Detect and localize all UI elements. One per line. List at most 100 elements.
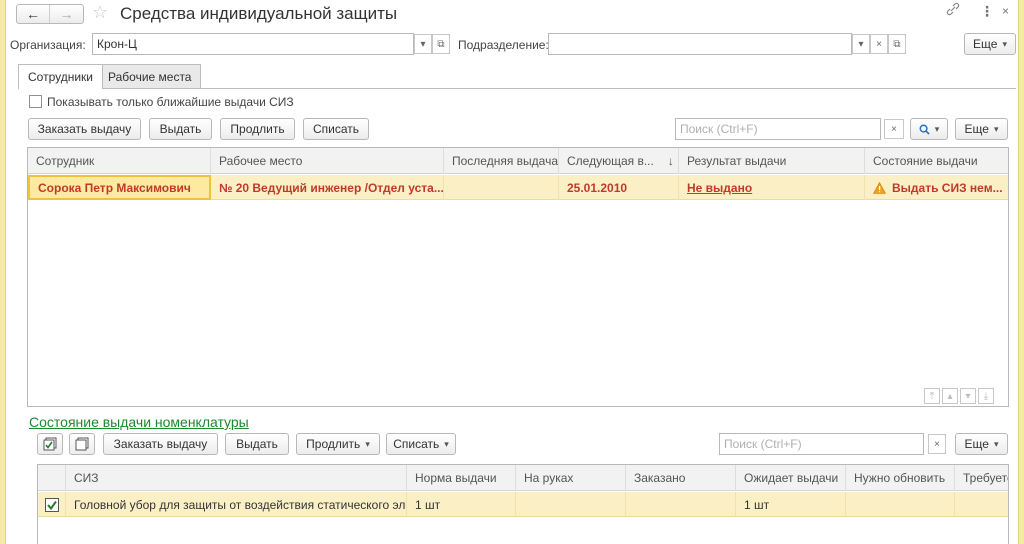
column-label: Требуется (963, 471, 1008, 485)
column-header-awaiting[interactable]: Ожидает выдачи (736, 465, 846, 491)
order-issue-button[interactable]: Заказать выдачу (103, 433, 218, 455)
open-icon[interactable]: ⧉ (432, 34, 450, 54)
result-link[interactable]: Не выдано (687, 181, 752, 195)
column-header-employee[interactable]: Сотрудник (28, 148, 211, 174)
button-label: Выдать (159, 122, 202, 136)
cell-check[interactable] (38, 492, 66, 517)
cell-last-issue (444, 175, 559, 200)
table-header: Сотрудник Рабочее место Последняя выдача… (28, 148, 1008, 174)
tab-label: Сотрудники (28, 70, 93, 84)
show-nearest-checkbox[interactable] (29, 95, 42, 108)
more-vertical-icon[interactable]: ⋮ (980, 3, 994, 20)
scroll-first-icon[interactable]: ⤒ (924, 388, 940, 404)
column-header-workplace[interactable]: Рабочее место (211, 148, 444, 174)
extend-button[interactable]: Продлить ▾ (296, 433, 380, 455)
cell-text: 25.01.2010 (567, 180, 628, 195)
write-off-button[interactable]: Списать (303, 118, 369, 140)
dept-field[interactable] (548, 33, 852, 55)
issue-button[interactable]: Выдать (149, 118, 212, 140)
search-placeholder: Поиск (Ctrl+F) (680, 122, 758, 136)
column-label: Следующая в... (567, 154, 654, 168)
nomenclature-more-button[interactable]: Еще ▾ (955, 433, 1008, 455)
scroll-down-icon[interactable]: ▾ (960, 388, 976, 404)
checkbox-checked-icon[interactable] (45, 497, 59, 512)
star-icon[interactable]: ☆ (92, 2, 108, 23)
column-label: СИЗ (74, 471, 99, 485)
employees-more-button[interactable]: Еще ▾ (955, 118, 1008, 140)
column-header-required[interactable]: Требуется (955, 465, 1008, 491)
write-off-button[interactable]: Списать ▾ (386, 433, 456, 455)
cell-required (955, 492, 1008, 517)
cell-text: Сорока Петр Максимович (38, 180, 191, 195)
button-label: Продлить (306, 437, 361, 451)
chevron-down-icon: ▾ (444, 438, 449, 449)
nomenclature-table: СИЗ Норма выдачи На руках Заказано Ожида… (37, 464, 1009, 544)
issue-button[interactable]: Выдать (225, 433, 289, 455)
section-nomenclature-link[interactable]: Состояние выдачи номенклатуры (29, 414, 249, 430)
column-header-to-update[interactable]: Нужно обновить (846, 465, 955, 491)
window-frame-right (1018, 0, 1024, 544)
window-frame-left (0, 0, 6, 544)
employees-search-input[interactable]: Поиск (Ctrl+F) (675, 118, 881, 140)
column-label: Результат выдачи (687, 154, 787, 168)
column-header-next-issue[interactable]: Следующая в... ↓ (559, 148, 679, 174)
column-label: Заказано (634, 471, 686, 485)
table-row[interactable]: Сорока Петр Максимович № 20 Ведущий инже… (28, 175, 1008, 200)
arrow-left-icon[interactable]: ← (17, 5, 51, 23)
tab-workplaces[interactable]: Рабочие места (98, 64, 202, 88)
clear-icon[interactable]: × (928, 434, 946, 454)
extend-button[interactable]: Продлить (220, 118, 295, 140)
button-label: Заказать выдачу (113, 437, 208, 451)
tab-label: Рабочие места (108, 69, 192, 84)
cell-text: 1 шт (415, 497, 441, 512)
cell-workplace: № 20 Ведущий инженер /Отдел уста... (211, 175, 444, 200)
column-header-last-issue[interactable]: Последняя выдача (444, 148, 559, 174)
nomenclature-search-input[interactable]: Поиск (Ctrl+F) (719, 433, 924, 455)
scroll-up-icon[interactable]: ▴ (942, 388, 958, 404)
dept-label: Подразделение: (458, 38, 549, 52)
chevron-down-icon: ▾ (934, 123, 940, 134)
clear-icon[interactable]: × (884, 119, 904, 139)
column-header-item[interactable]: СИЗ (66, 465, 407, 491)
clear-icon[interactable]: × (870, 34, 888, 54)
order-issue-button[interactable]: Заказать выдачу (28, 118, 141, 140)
tab-employees[interactable]: Сотрудники (18, 64, 103, 89)
uncheck-all-icon (75, 437, 89, 451)
cell-norm: 1 шт (407, 492, 516, 517)
chevron-down-icon[interactable]: ▾ (852, 34, 870, 54)
tab-divider (18, 88, 1016, 89)
cell-result[interactable]: Не выдано (679, 175, 865, 200)
chevron-down-icon[interactable]: ▾ (414, 34, 432, 54)
column-header-on-hand[interactable]: На руках (516, 465, 626, 491)
search-button[interactable]: ▾ (910, 118, 948, 140)
close-icon[interactable]: × (1002, 4, 1009, 18)
arrow-right-icon[interactable]: → (50, 5, 83, 23)
search-icon (919, 124, 930, 135)
scroll-last-icon[interactable]: ⤓ (978, 388, 994, 404)
table-row[interactable]: Головной убор для защиты от воздействия … (38, 492, 1008, 517)
more-button[interactable]: Еще ▾ (964, 33, 1016, 55)
button-label: Выдать (236, 437, 278, 451)
search-placeholder: Поиск (Ctrl+F) (724, 437, 802, 451)
cell-ordered (626, 492, 736, 517)
cell-employee: Сорока Петр Максимович (28, 175, 211, 200)
org-field[interactable]: Крон-Ц (92, 33, 414, 55)
uncheck-all-button[interactable] (69, 433, 95, 455)
open-icon[interactable]: ⧉ (888, 34, 906, 54)
column-header-ordered[interactable]: Заказано (626, 465, 736, 491)
button-label: Списать (312, 122, 360, 136)
button-label: Продлить (230, 122, 285, 136)
link-icon[interactable] (946, 2, 960, 19)
column-label: Рабочее место (219, 154, 303, 168)
column-label: Ожидает выдачи (744, 471, 839, 485)
cell-text: Выдать СИЗ нем... (892, 180, 1003, 195)
cell-text: № 20 Ведущий инженер /Отдел уста... (219, 180, 444, 195)
column-header-status[interactable]: Состояние выдачи (865, 148, 1008, 174)
column-header-norm[interactable]: Норма выдачи (407, 465, 516, 491)
column-header-result[interactable]: Результат выдачи (679, 148, 865, 174)
column-label: Сотрудник (36, 154, 95, 168)
org-value: Крон-Ц (97, 37, 137, 51)
sort-desc-icon: ↓ (667, 154, 674, 168)
chevron-down-icon: ▾ (993, 123, 999, 134)
check-all-button[interactable] (37, 433, 63, 455)
